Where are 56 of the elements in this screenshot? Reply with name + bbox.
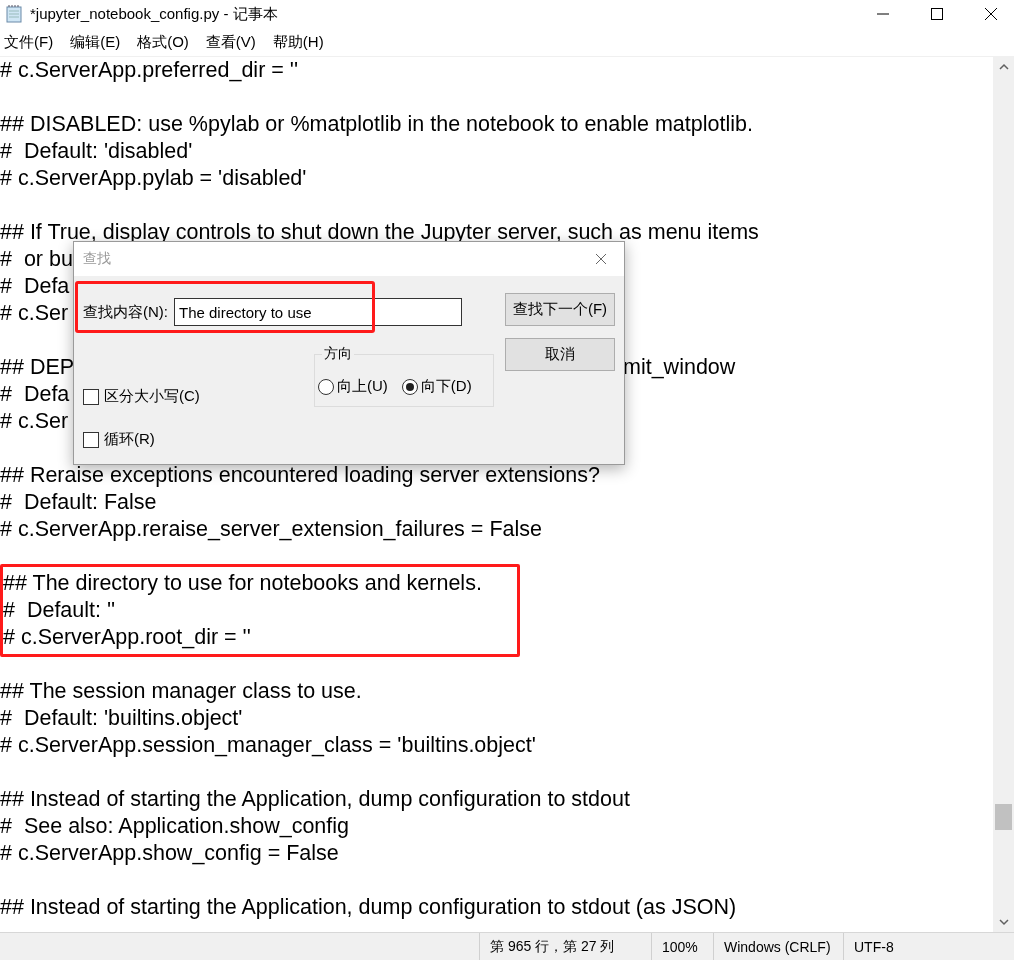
checkbox[interactable]	[83, 431, 99, 448]
code-line: ## DEP	[0, 355, 75, 379]
code-line: ## The session manager class to use.	[0, 678, 362, 705]
code-line: # Default: 'builtins.object'	[0, 705, 243, 732]
code-line: # c.ServerApp.reraise_server_extension_failures = False	[0, 516, 542, 543]
code-line: # c.Ser	[0, 408, 69, 435]
code-line: # or bu	[0, 246, 73, 273]
find-label: 查找内容(N):	[83, 302, 168, 322]
code-line: ## Instead of starting the Application, dump configuration to stdout	[0, 786, 630, 813]
maximize-icon[interactable]	[930, 7, 944, 21]
code-line: ## DISABLED: use %pylab or %matplotlib in the notebook to enable matplotlib.	[0, 111, 753, 138]
code-line: mit_window	[623, 354, 736, 381]
status-text: 100%	[651, 933, 713, 960]
code-line: # Defa	[0, 273, 70, 300]
code-line: ## Reraise exceptions encountered loading server extensions?	[0, 462, 600, 489]
code-line: ## Instead of starting the Application, dump configuration to stdout (as JSON)	[0, 894, 737, 921]
radio-option[interactable]: 向下(D)	[401, 377, 472, 396]
code-line: ## The directory to use for notebooks and kernels.	[3, 570, 482, 597]
code-line: # c.ServerApp.preferred_dir = ''	[0, 57, 298, 84]
code-line: # Default: 'disabled'	[0, 138, 193, 165]
code-line: # c.ServerApp.root_dir = ''	[3, 624, 251, 651]
code-line: # c.ServerApp.session_manager_class = 'builtins.object'	[0, 732, 536, 759]
status-text: Windows (CRLF)	[713, 933, 843, 960]
checkbox-option[interactable]: 循环(R)	[83, 430, 314, 449]
code-line: # c.ServerApp.pylab = 'disabled'	[0, 165, 307, 192]
scroll-down-icon[interactable]	[998, 918, 1009, 926]
scroll-up-icon[interactable]	[998, 63, 1009, 71]
status-text: UTF-8	[843, 933, 993, 960]
window-title: *jupyter_notebook_config.py - 记事本	[30, 4, 279, 24]
checkbox-option[interactable]: 区分大小写(C)	[83, 387, 314, 406]
cancel-button[interactable]: 取消	[505, 338, 615, 371]
menu-item[interactable]: 文件(F)	[4, 32, 54, 52]
code-line: # Defa	[0, 381, 70, 408]
radio-option[interactable]: 向上(U)	[318, 377, 388, 396]
menu-item[interactable]: 编辑(E)	[70, 32, 121, 52]
notepad-icon	[6, 5, 22, 23]
group-label: 方向	[323, 345, 353, 363]
close-icon[interactable]	[984, 7, 998, 21]
code-line: # Default: ''	[3, 597, 116, 624]
find-next-button[interactable]: 查找下一个(F)	[505, 293, 615, 326]
code-line: # c.ServerApp.show_config = False	[0, 840, 339, 867]
scrollbar[interactable]	[993, 57, 1014, 932]
code-line: # Default: False	[0, 489, 157, 516]
menu-item[interactable]: 帮助(H)	[272, 32, 324, 52]
code-line: # c.Ser	[0, 300, 69, 327]
radio-button[interactable]	[318, 378, 334, 395]
status-text: 第 965 行，第 27 列	[479, 933, 651, 960]
dialog-title: 查找	[83, 250, 112, 268]
find-input-field[interactable]: The directory to use	[174, 298, 462, 326]
code-line: # See also: Application.show_config	[0, 813, 349, 840]
radio-button[interactable]	[401, 378, 418, 395]
menu-item[interactable]: 查看(V)	[205, 32, 256, 52]
code-line: ## If True, display controls to shut down the Jupyter server, such as menu items	[0, 219, 759, 246]
checkbox[interactable]	[83, 388, 99, 405]
scroll-thumb[interactable]	[995, 804, 1012, 830]
menu-item[interactable]: 格式(O)	[137, 32, 189, 52]
